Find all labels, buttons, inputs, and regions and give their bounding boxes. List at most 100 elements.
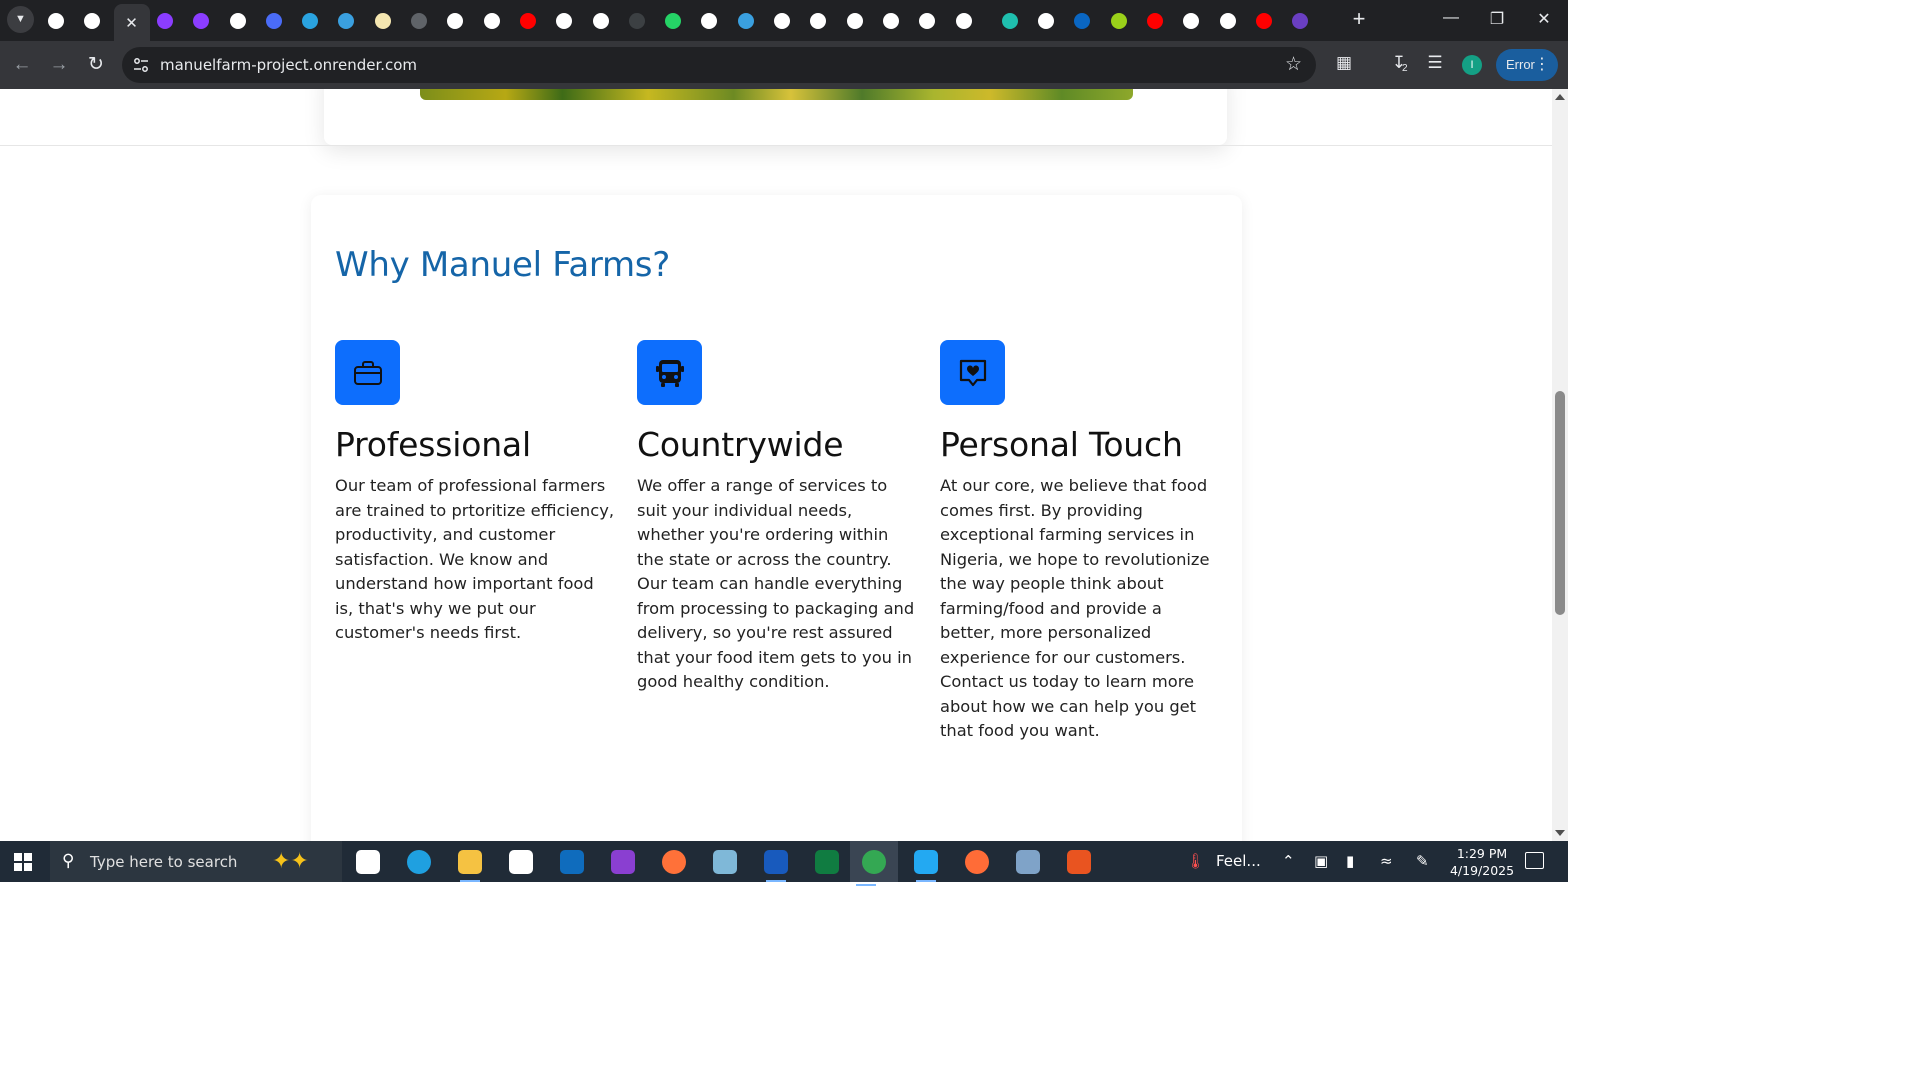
more-menu-icon[interactable]: ⋮	[1534, 49, 1550, 81]
back-button[interactable]: ←	[10, 53, 34, 77]
minimize-button[interactable]: —	[1436, 9, 1466, 27]
error-button[interactable]: Error ⋮	[1496, 49, 1558, 81]
browser-tab[interactable]	[440, 7, 470, 34]
browser-tab[interactable]	[259, 7, 289, 34]
windows-logo-icon	[14, 863, 22, 871]
browser-tab[interactable]	[995, 7, 1025, 34]
scroll-down-arrow[interactable]	[1555, 830, 1565, 836]
media-controls-icon[interactable]: ☰	[1422, 53, 1448, 73]
close-icon[interactable]: ✕	[125, 14, 138, 32]
tab-search-button[interactable]: ▼	[7, 6, 34, 33]
browser-tab[interactable]	[949, 7, 979, 34]
youtube-icon	[519, 12, 536, 29]
chevron-up-icon[interactable]: ⌃	[1282, 852, 1295, 870]
page-scrollbar[interactable]	[1552, 89, 1568, 841]
close-window-button[interactable]: ✕	[1529, 9, 1559, 29]
file-icon	[411, 12, 427, 29]
profile-avatar[interactable]: I	[1462, 55, 1482, 75]
browser-tab[interactable]	[368, 7, 398, 34]
wifi-icon[interactable]: ≈	[1380, 852, 1393, 870]
taskbar-search[interactable]: ⚲ Type here to search ✦✦	[50, 841, 342, 882]
browser-tab[interactable]	[1140, 7, 1170, 34]
reload-button[interactable]: ↻	[84, 53, 108, 77]
taskbar-app[interactable]	[505, 846, 537, 878]
browser-tab[interactable]	[477, 7, 507, 34]
search-placeholder[interactable]: Type here to search	[90, 853, 237, 871]
farm-image	[420, 89, 1133, 100]
browser-tab[interactable]	[803, 7, 833, 34]
browser-tab[interactable]: ✕	[113, 4, 150, 41]
feature-icon-box	[940, 340, 1005, 405]
clock-time: 1:29 PM	[1456, 846, 1508, 861]
forward-button[interactable]: →	[47, 53, 71, 77]
google-icon	[1038, 12, 1055, 29]
browser-tab[interactable]	[912, 7, 942, 34]
taskbar-app[interactable]	[850, 841, 898, 886]
bookmark-star-icon[interactable]: ☆	[1285, 53, 1302, 76]
thermometer-icon[interactable]: 🌡	[1186, 852, 1205, 870]
taskbar-app[interactable]	[658, 846, 690, 878]
taskbar-app[interactable]	[556, 846, 588, 878]
browser-tab[interactable]	[622, 7, 652, 34]
reload-icon: ↻	[88, 54, 104, 75]
site-settings-icon[interactable]	[132, 56, 150, 74]
meet-icon[interactable]: ▣	[1314, 852, 1328, 870]
browser-tab[interactable]	[77, 7, 107, 34]
weather-label[interactable]: Feel...	[1216, 852, 1261, 870]
browser-tab[interactable]	[513, 7, 543, 34]
scroll-thumb[interactable]	[1555, 391, 1565, 615]
taskbar-app[interactable]	[961, 846, 993, 878]
windows-logo-icon	[14, 853, 22, 861]
browser-tab[interactable]	[767, 7, 797, 34]
store-icon	[509, 850, 533, 874]
feature-countrywide: Countrywide We offer a range of services…	[637, 340, 917, 695]
taskbar-app[interactable]	[760, 846, 792, 882]
browser-tab[interactable]	[586, 7, 616, 34]
outlook-icon	[560, 850, 584, 874]
taskbar-app[interactable]	[709, 846, 741, 878]
browser-tab[interactable]	[404, 7, 434, 34]
browser-tab[interactable]	[41, 7, 71, 34]
taskbar-app[interactable]	[1012, 846, 1044, 878]
pen-icon[interactable]: ✎	[1416, 852, 1429, 870]
browser-tab[interactable]	[331, 7, 361, 34]
browser-tab[interactable]	[150, 7, 180, 34]
taskbar-app[interactable]	[352, 846, 384, 878]
notification-icon[interactable]	[1525, 852, 1544, 869]
browser-tab[interactable]	[876, 7, 906, 34]
browser-tab[interactable]	[694, 7, 724, 34]
url-text[interactable]: manuelfarm-project.onrender.com	[160, 56, 417, 74]
google-icon	[955, 12, 972, 29]
browser-tab[interactable]	[1067, 7, 1097, 34]
downloads-icon[interactable]: ↧ 2	[1386, 53, 1412, 74]
browser-tab[interactable]	[1031, 7, 1061, 34]
taskbar-app[interactable]	[1063, 846, 1095, 878]
taskbar-app[interactable]	[811, 846, 843, 878]
taskbar-app[interactable]	[454, 846, 486, 882]
clock[interactable]: 1:29 PM 4/19/2025	[1442, 845, 1522, 879]
taskbar-app[interactable]	[910, 846, 942, 882]
windows-start-button[interactable]	[14, 853, 32, 871]
browser-tab[interactable]	[1104, 7, 1134, 34]
browser-tab[interactable]	[549, 7, 579, 34]
taskbar-app[interactable]	[403, 846, 435, 878]
restore-button[interactable]: ❐	[1482, 9, 1512, 29]
chrome-icon	[862, 849, 886, 874]
browser-tab[interactable]	[295, 7, 325, 34]
taskbar-app[interactable]	[607, 846, 639, 878]
address-bar[interactable]: manuelfarm-project.onrender.com ☆	[122, 47, 1316, 83]
browser-tab[interactable]	[223, 7, 253, 34]
browser-tab[interactable]	[658, 7, 688, 34]
scroll-up-arrow[interactable]	[1555, 94, 1565, 100]
battery-icon[interactable]: ▮	[1346, 852, 1354, 870]
browser-tab[interactable]	[1213, 7, 1243, 34]
browser-tab[interactable]	[186, 7, 216, 34]
extensions-icon[interactable]: ▦	[1331, 53, 1357, 73]
browser-tab[interactable]	[840, 7, 870, 34]
browser-tab[interactable]	[731, 7, 761, 34]
feature-title: Professional	[335, 425, 531, 464]
browser-tab[interactable]	[1285, 7, 1315, 34]
browser-tab[interactable]	[1249, 7, 1279, 34]
browser-tab[interactable]	[1176, 7, 1206, 34]
new-tab-button[interactable]: +	[1348, 8, 1370, 30]
